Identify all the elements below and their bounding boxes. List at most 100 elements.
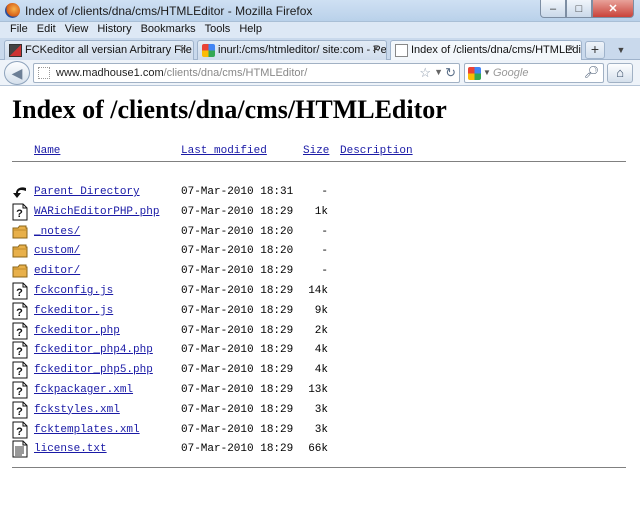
maximize-button[interactable]: □: [566, 0, 592, 18]
file-size: -: [321, 225, 328, 238]
file-modified: 07-Mar-2010 18:29: [181, 304, 294, 317]
menu-history[interactable]: History: [93, 22, 136, 38]
header-divider: [12, 161, 626, 162]
navigation-bar: ◀ www.madhouse1.com/clients/dna/cms/HTML…: [0, 60, 640, 86]
file-link[interactable]: fckstyles.xml: [34, 404, 120, 416]
table-row: Parent Directory 07-Mar-2010 18:31 -: [0, 183, 640, 203]
tab-index-of[interactable]: Index of /clients/dna/cms/HTMLEditor ✕: [390, 40, 582, 61]
firefox-icon[interactable]: [5, 3, 20, 18]
table-row: ? fcktemplates.xml 07-Mar-2010 18:29 3k: [0, 421, 640, 441]
file-size: 14k: [308, 285, 328, 297]
file-size: 2k: [314, 324, 328, 337]
menu-file[interactable]: File: [6, 22, 33, 38]
file-modified: 07-Mar-2010 18:20: [181, 245, 294, 258]
minimize-button[interactable]: –: [540, 0, 566, 18]
page-title: Index of /clients/dna/cms/HTMLEditor: [12, 95, 447, 124]
unknown-file-icon: ?: [12, 282, 28, 300]
file-link[interactable]: license.txt: [34, 443, 107, 455]
table-row: ? fckeditor_php5.php 07-Mar-2010 18:29 4k: [0, 361, 640, 381]
file-link[interactable]: fckconfig.js: [34, 285, 113, 297]
window-titlebar[interactable]: Index of /clients/dna/cms/HTMLEditor - M…: [0, 0, 640, 22]
file-modified: 07-Mar-2010 18:29: [181, 205, 294, 218]
tab-google-search[interactable]: inurl:/cms/htmleditor/ site:com - Pe... …: [197, 40, 387, 60]
reload-icon[interactable]: ↻: [445, 65, 456, 81]
file-size: -: [321, 245, 328, 258]
column-size-header[interactable]: Size: [303, 145, 329, 157]
file-link[interactable]: fckeditor.js: [34, 305, 113, 317]
file-size: 9k: [314, 304, 328, 317]
tab-label: FCKeditor all versian Arbitrary File Upl…: [25, 44, 193, 56]
tab-close-icon[interactable]: ✕: [565, 44, 577, 56]
file-link[interactable]: fcktemplates.xml: [34, 424, 140, 436]
menu-edit[interactable]: Edit: [33, 22, 61, 38]
tab-fckeditor[interactable]: FCKeditor all versian Arbitrary File Upl…: [4, 40, 194, 60]
tab-label: inurl:/cms/htmleditor/ site:com - Pe...: [218, 44, 387, 56]
chevron-down-icon[interactable]: ▼: [483, 68, 491, 77]
file-modified: 07-Mar-2010 18:29: [181, 344, 294, 357]
file-link[interactable]: fckpackager.xml: [34, 384, 133, 396]
search-input[interactable]: ▼ Google 🔎︎: [464, 63, 604, 83]
file-link[interactable]: Parent Directory: [34, 186, 140, 198]
bookmark-star-icon[interactable]: ☆: [419, 65, 431, 81]
file-link[interactable]: editor/: [34, 265, 80, 277]
url-input[interactable]: www.madhouse1.com/clients/dna/cms/HTMLEd…: [33, 63, 460, 83]
table-row: _notes/07-Mar-2010 18:20 -: [0, 223, 640, 243]
tab-bar: FCKeditor all versian Arbitrary File Upl…: [0, 38, 640, 61]
file-size: 3k: [314, 403, 328, 416]
home-button[interactable]: ⌂: [607, 63, 633, 83]
url-dropdown-icon[interactable]: ▼: [434, 67, 443, 77]
page-content: Index of /clients/dna/cms/HTMLEditor Nam…: [0, 87, 640, 509]
menu-view[interactable]: View: [61, 22, 94, 38]
file-link[interactable]: custom/: [34, 245, 80, 257]
file-modified: 07-Mar-2010 18:29: [181, 285, 294, 297]
file-modified: 07-Mar-2010 18:29: [181, 265, 294, 278]
file-size: 4k: [314, 344, 328, 357]
table-row: ? WARichEditorPHP.php 07-Mar-2010 18:29 1k: [0, 203, 640, 223]
close-button[interactable]: ✕: [592, 0, 634, 18]
google-engine-icon[interactable]: [468, 67, 481, 80]
unknown-file-icon: ?: [12, 302, 28, 320]
url-text[interactable]: www.madhouse1.com/clients/dna/cms/HTMLEd…: [56, 67, 307, 79]
table-row: ? fckeditor.php 07-Mar-2010 18:29 2k: [0, 322, 640, 342]
magnifier-icon[interactable]: 🔎︎: [584, 65, 599, 79]
tab-close-icon[interactable]: ✕: [177, 44, 189, 56]
table-row: ? fckstyles.xml 07-Mar-2010 18:29 3k: [0, 401, 640, 421]
unknown-file-icon: ?: [12, 421, 28, 439]
unknown-file-icon: ?: [12, 341, 28, 359]
folder-icon: [12, 223, 28, 241]
svg-text:?: ?: [16, 346, 23, 358]
unknown-file-icon: ?: [12, 203, 28, 221]
menu-bookmarks[interactable]: Bookmarks: [137, 22, 201, 38]
column-name-header[interactable]: Name: [34, 145, 60, 157]
file-modified: 07-Mar-2010 18:31: [181, 186, 294, 198]
file-modified: 07-Mar-2010 18:29: [181, 364, 294, 377]
page-favicon-icon: [395, 44, 408, 57]
svg-text:?: ?: [16, 366, 23, 378]
window-title: Index of /clients/dna/cms/HTMLEditor - M…: [25, 4, 313, 18]
file-link[interactable]: fckeditor.php: [34, 325, 120, 337]
tab-close-icon[interactable]: ✕: [370, 44, 382, 56]
menu-help[interactable]: Help: [235, 22, 267, 38]
table-row: ? fckpackager.xml 07-Mar-2010 18:29 13k: [0, 381, 640, 401]
file-link[interactable]: _notes/: [34, 226, 80, 238]
table-row: license.txt 07-Mar-2010 18:29 66k: [0, 440, 640, 460]
file-link[interactable]: fckeditor_php4.php: [34, 344, 153, 356]
back-button[interactable]: ◀: [4, 61, 30, 85]
new-tab-button[interactable]: +: [585, 41, 605, 59]
menu-tools[interactable]: Tools: [201, 22, 236, 38]
svg-text:?: ?: [16, 307, 23, 319]
table-row: ? fckeditor_php4.php 07-Mar-2010 18:29 4k: [0, 341, 640, 361]
svg-text:?: ?: [16, 386, 23, 398]
svg-text:?: ?: [16, 287, 23, 299]
column-modified-header[interactable]: Last modified: [181, 145, 267, 157]
svg-text:?: ?: [16, 208, 23, 220]
file-modified: 07-Mar-2010 18:29: [181, 403, 294, 416]
file-size: 3k: [314, 423, 328, 436]
site-identity-icon[interactable]: [38, 67, 50, 79]
google-favicon-icon: [202, 44, 215, 57]
tab-list-chevron-down-icon[interactable]: ▼: [610, 41, 632, 59]
table-row: ? fckeditor.js 07-Mar-2010 18:29 9k: [0, 302, 640, 322]
column-description-header[interactable]: Description: [340, 145, 413, 157]
file-link[interactable]: WARichEditorPHP.php: [34, 206, 159, 218]
file-link[interactable]: fckeditor_php5.php: [34, 364, 153, 376]
